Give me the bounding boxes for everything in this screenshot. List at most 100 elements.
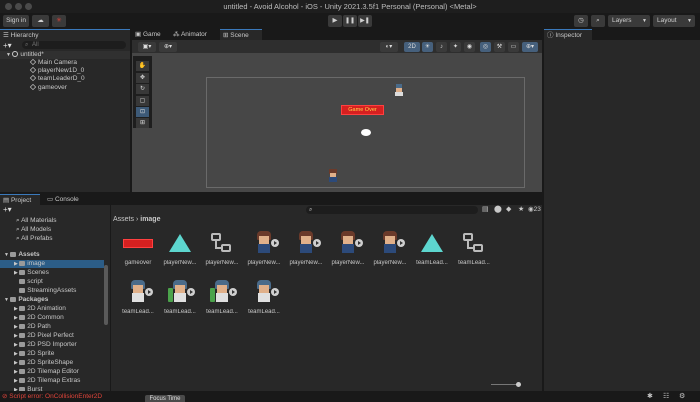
status-error[interactable]: ⊘ Script error: OnCollisionEnter2D (2, 392, 102, 400)
layout-dropdown[interactable]: Layout ▼ (653, 15, 695, 27)
asset-item[interactable]: gameover (117, 229, 159, 269)
package-item[interactable]: ▶ 2D Tilemap Extras (14, 377, 80, 385)
asset-item[interactable]: teamLead... (243, 278, 285, 318)
camera-gizmo-icon[interactable] (361, 129, 371, 136)
hierarchy-item[interactable]: playerNew1D_0 (29, 67, 84, 75)
label-filter-icon[interactable]: ◆ (506, 205, 511, 213)
scene-view[interactable]: Game Over ✋ ✥ ↻ ▢ ⊡ ⊞ (132, 53, 542, 192)
tools-icon[interactable]: ⚒ (494, 42, 505, 52)
bug-icon[interactable]: ✱ (647, 392, 653, 400)
breadcrumb-image[interactable]: image (140, 216, 160, 223)
collab-icon[interactable]: ✳ (52, 15, 66, 27)
play-icon[interactable] (271, 239, 279, 247)
favorite-icon[interactable]: ★ (518, 205, 524, 213)
hierarchy-item[interactable]: teamLeaderD_0 (29, 75, 85, 83)
cache-icon[interactable]: ☷ (663, 392, 669, 400)
asset-item[interactable]: teamLead... (159, 278, 201, 318)
play-icon[interactable] (145, 288, 153, 296)
package-item[interactable]: ▶ 2D Path (14, 323, 51, 331)
tab-scene[interactable]: ⊞ Scene (220, 29, 262, 40)
audio-icon[interactable]: ♪ (436, 42, 447, 52)
breadcrumb-assets[interactable]: Assets (113, 216, 134, 223)
folder-item[interactable]: ▶ script (14, 278, 43, 286)
move-tool-icon[interactable]: ✥ (136, 73, 149, 83)
2d-toggle[interactable]: 2D (404, 42, 420, 52)
package-item[interactable]: ▶ 2D Sprite (14, 350, 54, 358)
search-icon[interactable]: ⌕ (591, 15, 605, 27)
play-icon[interactable] (229, 288, 237, 296)
tab-game[interactable]: ▣ Game (132, 29, 165, 40)
play-button[interactable]: ▶ (328, 15, 342, 27)
hidden-objects-icon[interactable]: ◉ (464, 42, 475, 52)
tab-hierarchy[interactable]: ☰ Hierarchy (0, 29, 130, 40)
asset-item[interactable]: playerNew... (159, 229, 201, 269)
gizmos-dropdown[interactable]: ⊕▾ (522, 42, 538, 52)
packages-folder[interactable]: ▼ Packages (4, 296, 48, 304)
pause-button[interactable]: ❚❚ (343, 15, 357, 27)
cloud-icon[interactable]: ☁ (32, 15, 49, 27)
play-icon[interactable] (313, 239, 321, 247)
asset-item[interactable]: playerNew... (243, 229, 285, 269)
asset-item[interactable]: playerNew... (327, 229, 369, 269)
lighting-icon[interactable]: ☀ (422, 42, 433, 52)
project-search-input[interactable]: ⌕ (306, 206, 478, 214)
asset-item[interactable]: playerNew... (285, 229, 327, 269)
tab-inspector[interactable]: ⓘ Inspector (544, 29, 592, 40)
hierarchy-item[interactable]: Main Camera (29, 59, 77, 67)
package-item[interactable]: ▶ 2D Tilemap Editor (14, 368, 79, 376)
player-sprite[interactable] (328, 169, 338, 182)
tab-project[interactable]: ▤ Project (0, 194, 40, 205)
focus-time-button[interactable]: Focus Time (145, 395, 185, 402)
visibility-icon[interactable]: ◎ (480, 42, 491, 52)
hierarchy-item[interactable]: gameover (29, 84, 67, 92)
move-tool-dropdown[interactable]: ⊕▾ (159, 42, 177, 52)
add-icon[interactable]: +▾ (3, 41, 12, 50)
sign-in-button[interactable]: Sign in (3, 15, 29, 27)
hierarchy-search-input[interactable]: ⌕ All (22, 41, 126, 49)
favorite-item[interactable]: ⌕ All Prefabs (16, 235, 53, 243)
folder-item[interactable]: ▶ StreamingAssets (14, 287, 76, 295)
progress-icon[interactable]: ⚙ (679, 392, 685, 400)
layers-dropdown[interactable]: Layers ▼ (608, 15, 650, 27)
play-icon[interactable] (397, 239, 405, 247)
package-item[interactable]: ▶ 2D Common (14, 314, 64, 322)
scale-tool-icon[interactable]: ▢ (136, 96, 149, 106)
play-icon[interactable] (271, 288, 279, 296)
add-icon[interactable]: +▾ (3, 205, 12, 214)
scene-filter-icon[interactable]: ▤ (482, 205, 489, 213)
history-icon[interactable]: ◷ (574, 15, 588, 27)
favorite-item[interactable]: ⌕ All Materials (16, 217, 57, 225)
zoom-slider-handle[interactable] (516, 382, 521, 387)
asset-item[interactable]: playerNew... (201, 229, 243, 269)
asset-item[interactable]: teamLead... (411, 229, 453, 269)
hand-tool-icon[interactable]: ✋ (136, 61, 149, 71)
team-leader-sprite[interactable] (394, 84, 404, 96)
transform-tool-icon[interactable]: ⊞ (136, 118, 149, 128)
play-icon[interactable] (355, 239, 363, 247)
package-item[interactable]: ▶ 2D PSD Importer (14, 341, 77, 349)
game-over-sprite[interactable]: Game Over (341, 105, 384, 115)
tree-scrollbar[interactable] (104, 265, 108, 325)
asset-item[interactable]: playerNew... (369, 229, 411, 269)
draw-mode-dropdown[interactable]: ▣▾ (138, 42, 156, 52)
effects-icon[interactable]: ✦ (450, 42, 461, 52)
type-filter-icon[interactable]: ⬤ (494, 205, 502, 213)
package-item[interactable]: ▶ 2D SpriteShape (14, 359, 73, 367)
folder-item-image[interactable]: ▶ image (0, 260, 104, 268)
scene-row[interactable]: ▼ untitled* (0, 51, 130, 59)
asset-item[interactable]: teamLead... (201, 278, 243, 318)
package-item[interactable]: ▶ 2D Pixel Perfect (14, 332, 74, 340)
assets-folder[interactable]: ▼ Assets (4, 251, 40, 259)
camera-icon[interactable]: ▭ (508, 42, 519, 52)
play-icon[interactable] (187, 288, 195, 296)
rotate-tool-icon[interactable]: ↻ (136, 84, 149, 94)
asset-item[interactable]: teamLead... (117, 278, 159, 318)
rect-tool-icon[interactable]: ⊡ (136, 107, 149, 117)
asset-item[interactable]: teamLead... (453, 229, 495, 269)
tab-console[interactable]: ▭ Console (44, 194, 84, 205)
favorite-item[interactable]: ⌕ All Models (16, 226, 51, 234)
folder-item[interactable]: ▶ Scenes (14, 269, 49, 277)
tab-animator[interactable]: ⁂ Animator (170, 29, 214, 40)
package-item[interactable]: ▶ 2D Animation (14, 305, 66, 313)
shading-dropdown[interactable]: ◐▾ (380, 42, 398, 52)
